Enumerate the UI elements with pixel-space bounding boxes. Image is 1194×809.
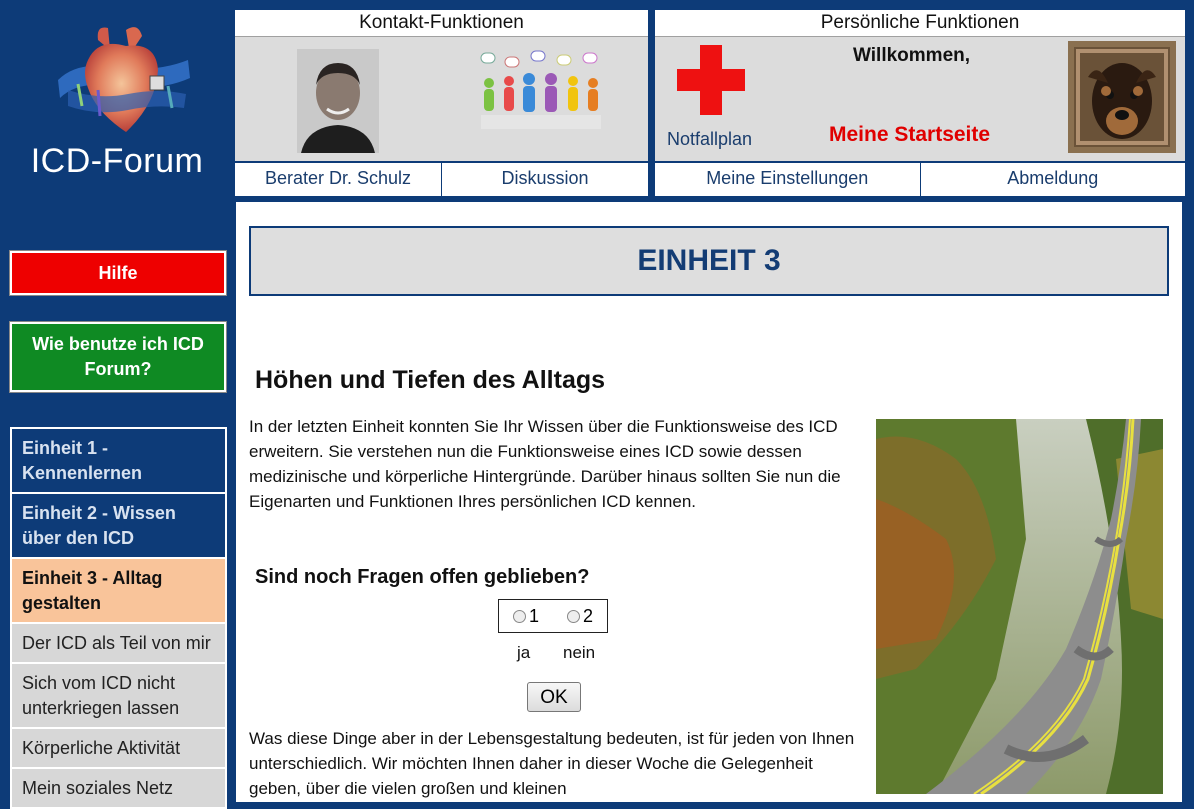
radio-button-icon[interactable]	[566, 609, 580, 623]
site-title: ICD-Forum	[30, 142, 204, 180]
how-to-button[interactable]: Wie benutze ich ICD Forum?	[9, 321, 227, 393]
radio-option-1[interactable]: 1	[512, 605, 539, 627]
settings-link[interactable]: Meine Einstellungen	[655, 163, 920, 196]
page-heading: Höhen und Tiefen des Alltags	[255, 366, 606, 394]
nav-item-icd-part-of-me[interactable]: Der ICD als Teil von mir	[10, 624, 227, 664]
nav-item-unit-1[interactable]: Einheit 1 - Kennenlernen	[10, 427, 227, 494]
discussion-link[interactable]: Diskussion	[441, 163, 648, 196]
nav-item-unit-3[interactable]: Einheit 3 - Alltag gestalten	[10, 559, 227, 624]
personal-panel: Persönliche Funktionen Notfallplan Willk…	[655, 10, 1185, 196]
user-avatar[interactable]	[1068, 41, 1176, 153]
nav-item-unit-2[interactable]: Einheit 2 - Wissen über den ICD	[10, 494, 227, 559]
advisor-link[interactable]: Berater Dr. Schulz	[235, 163, 441, 196]
answer-label-yes: ja	[517, 643, 531, 662]
contact-panel: Kontakt-Funktionen Berater Dr. Schulz Di…	[235, 10, 648, 196]
outro-paragraph: Was diese Dinge aber in der Lebensgestal…	[249, 729, 855, 798]
radio-option-2[interactable]: 2	[566, 605, 593, 627]
home-link[interactable]: Meine Startseite	[829, 123, 990, 147]
nav-item-social-network[interactable]: Mein soziales Netz	[10, 769, 227, 809]
discussion-people-icon[interactable]	[475, 49, 615, 149]
intro-paragraph: In der letzten Einheit konnten Sie Ihr W…	[249, 417, 841, 511]
ok-button[interactable]: OK	[527, 682, 581, 712]
contact-links: Berater Dr. Schulz Diskussion	[235, 161, 648, 196]
logo-area[interactable]: ICD-Forum	[0, 0, 234, 200]
advisor-photo[interactable]	[297, 49, 379, 153]
nav-item-not-be-beaten[interactable]: Sich vom ICD nicht unterkriegen lassen	[10, 664, 227, 729]
help-button[interactable]: Hilfe	[9, 250, 227, 296]
contact-panel-body	[235, 37, 648, 161]
heart-logo-icon	[58, 27, 190, 132]
nav-item-physical-activity[interactable]: Körperliche Aktivität	[10, 729, 227, 769]
question-heading: Sind noch Fragen offen geblieben?	[255, 566, 590, 588]
logout-link[interactable]: Abmeldung	[919, 163, 1185, 196]
unit-banner: EINHEIT 3	[249, 226, 1169, 296]
emergency-plan-link[interactable]: Notfallplan	[667, 129, 752, 150]
answer-label-no: nein	[563, 643, 596, 662]
radio-button-icon[interactable]	[512, 609, 526, 623]
wavy-road-image	[876, 419, 1163, 794]
welcome-text: Willkommen,	[853, 45, 971, 66]
answer-radio-group: 1 2	[498, 599, 608, 633]
unit-navigation: Einheit 1 - Kennenlernen Einheit 2 - Wis…	[10, 427, 227, 809]
personal-panel-title: Persönliche Funktionen	[655, 10, 1185, 37]
radio-option-1-label: 1	[528, 605, 539, 626]
red-cross-icon[interactable]	[677, 45, 745, 115]
personal-links: Meine Einstellungen Abmeldung	[655, 161, 1185, 196]
personal-panel-body: Notfallplan Willkommen, Meine Startseite	[655, 37, 1185, 161]
radio-option-2-label: 2	[582, 605, 593, 626]
contact-panel-title: Kontakt-Funktionen	[235, 10, 648, 37]
